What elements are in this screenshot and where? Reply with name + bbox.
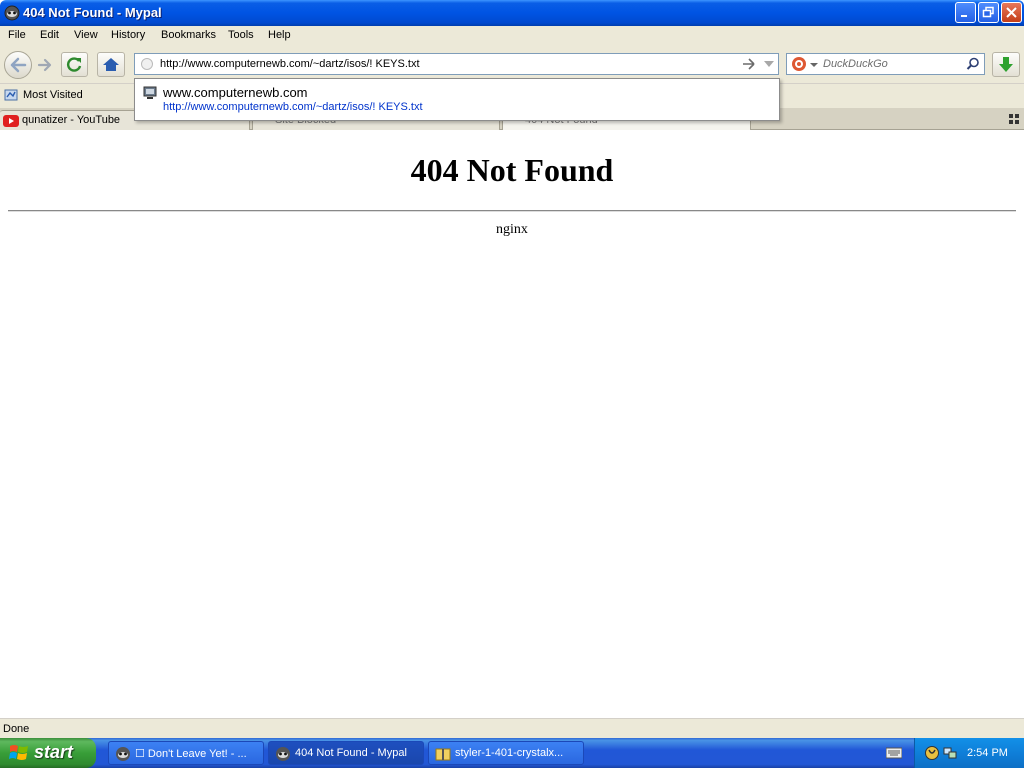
most-visited-folder-icon bbox=[4, 89, 18, 101]
page-content: 404 Not Found nginx bbox=[0, 130, 1024, 718]
divider bbox=[8, 210, 1016, 212]
forward-arrow-icon[interactable] bbox=[36, 56, 54, 74]
autocomplete-url: http://www.computernewb.com/~dartz/isos/… bbox=[163, 101, 423, 113]
menu-bar: File Edit View History Bookmarks Tools H… bbox=[0, 26, 1024, 46]
download-arrow-icon bbox=[999, 57, 1013, 72]
restore-button[interactable] bbox=[978, 2, 999, 23]
tab-youtube-label: qunatizer - YouTube bbox=[22, 114, 121, 126]
system-tray: 2:54 PM bbox=[914, 738, 1024, 768]
downloads-button[interactable] bbox=[992, 52, 1020, 77]
status-text: Done bbox=[3, 723, 30, 735]
taskbar: start ☐ Don't Leave Yet! - ... 404 Not F… bbox=[0, 738, 1024, 768]
youtube-icon bbox=[3, 115, 19, 127]
tray-app-icon[interactable] bbox=[924, 745, 940, 761]
menu-file[interactable]: File bbox=[8, 29, 26, 41]
network-icon[interactable] bbox=[942, 745, 958, 761]
close-icon bbox=[1006, 7, 1017, 18]
search-engine-dropdown-icon[interactable] bbox=[810, 61, 818, 69]
site-favicon-icon bbox=[143, 86, 157, 99]
close-button[interactable] bbox=[1001, 2, 1022, 23]
status-bar: Done bbox=[0, 718, 1024, 738]
url-dropdown-icon[interactable] bbox=[763, 58, 775, 70]
window-titlebar[interactable]: 404 Not Found - Mypal bbox=[0, 0, 1024, 26]
search-placeholder: DuckDuckGo bbox=[823, 58, 888, 70]
url-bar[interactable]: http://www.computernewb.com/~dartz/isos/… bbox=[134, 53, 779, 75]
home-button[interactable] bbox=[97, 52, 125, 77]
keyboard-icon[interactable] bbox=[886, 747, 902, 759]
page-heading: 404 Not Found bbox=[410, 152, 614, 188]
mypal-app-icon bbox=[4, 5, 20, 21]
reload-icon bbox=[67, 57, 82, 72]
site-identity-icon bbox=[141, 58, 153, 70]
home-icon bbox=[103, 58, 119, 71]
search-icon[interactable] bbox=[966, 57, 980, 71]
minimize-button[interactable] bbox=[955, 2, 976, 23]
duckduckgo-icon[interactable] bbox=[791, 56, 807, 72]
most-visited-label: Most Visited bbox=[23, 89, 83, 101]
mypal-task-icon bbox=[116, 747, 130, 761]
task-label: ☐ Don't Leave Yet! - ... bbox=[135, 748, 247, 760]
list-all-tabs-icon[interactable] bbox=[1009, 114, 1019, 124]
start-label: start bbox=[34, 742, 74, 762]
reload-button[interactable] bbox=[61, 52, 88, 77]
server-name: nginx bbox=[496, 222, 528, 237]
menu-help[interactable]: Help bbox=[268, 29, 291, 41]
autocomplete-item[interactable]: www.computernewb.com http://www.computer… bbox=[135, 79, 779, 120]
url-autocomplete-popup: www.computernewb.com http://www.computer… bbox=[134, 78, 780, 121]
task-styler[interactable]: styler-1-401-crystalx... bbox=[428, 741, 584, 765]
url-text: http://www.computernewb.com/~dartz/isos/… bbox=[160, 58, 420, 70]
task-404-mypal[interactable]: 404 Not Found - Mypal bbox=[268, 741, 424, 765]
folder-zip-icon bbox=[435, 748, 451, 761]
menu-history[interactable]: History bbox=[111, 29, 145, 41]
task-label: 404 Not Found - Mypal bbox=[295, 747, 407, 759]
minimize-icon bbox=[961, 15, 967, 17]
mypal-task-icon bbox=[276, 747, 290, 761]
autocomplete-title: www.computernewb.com bbox=[163, 85, 308, 100]
task-label: styler-1-401-crystalx... bbox=[455, 747, 564, 759]
go-arrow-icon[interactable] bbox=[742, 57, 756, 71]
search-bar[interactable]: DuckDuckGo bbox=[786, 53, 985, 75]
restore-icon bbox=[982, 6, 994, 18]
clock: 2:54 PM bbox=[967, 747, 1008, 759]
task-dont-leave-yet[interactable]: ☐ Don't Leave Yet! - ... bbox=[108, 741, 264, 765]
back-button[interactable] bbox=[4, 51, 32, 79]
menu-bookmarks[interactable]: Bookmarks bbox=[161, 29, 216, 41]
windows-logo-icon bbox=[9, 745, 28, 760]
start-button[interactable]: start bbox=[0, 738, 96, 768]
menu-tools[interactable]: Tools bbox=[228, 29, 254, 41]
menu-edit[interactable]: Edit bbox=[40, 29, 59, 41]
menu-view[interactable]: View bbox=[74, 29, 98, 41]
back-arrow-icon bbox=[10, 57, 27, 73]
window-title: 404 Not Found - Mypal bbox=[23, 5, 162, 20]
